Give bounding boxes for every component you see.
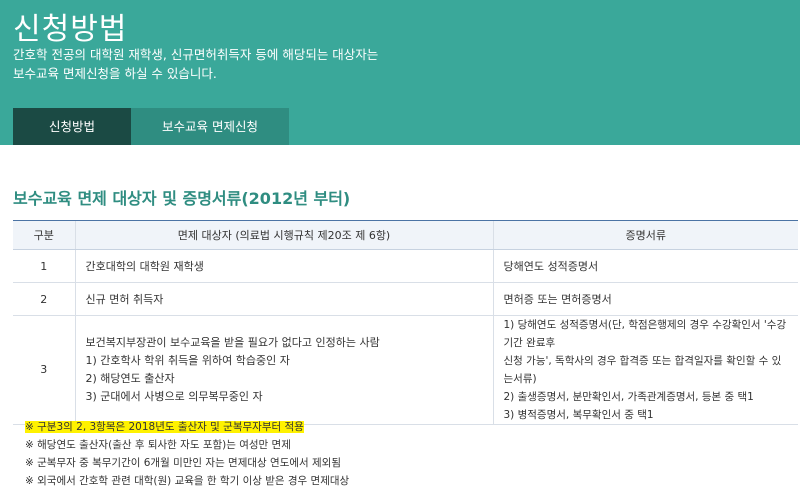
cell-line: 면허증 또는 면허증명서 [503,293,612,306]
cell-line: 1) 간호학사 학위 취득을 위하여 학습중인 자 [85,354,290,367]
cell-line: 1) 당해연도 성적증명서(단, 학점은행제의 경우 수강확인서 '수강기간 완… [503,319,787,349]
page-header: 신청방법 간호학 전공의 대학원 재학생, 신규면허취득자 등에 해당되는 대상… [0,0,800,145]
page-title: 신청방법 [13,12,128,47]
cell-line: 3) 병적증명서, 복무확인서 중 택1 [503,409,654,421]
column-header-documents: 증명서류 [492,220,798,250]
row-number: 1 [13,249,75,283]
tab-application-method[interactable]: 신청방법 [13,108,131,145]
table-row: 2 신규 면허 취득자 면허증 또는 면허증명서 [13,282,798,316]
table-header-row: 구분 면제 대상자 (의료법 시행규칙 제20조 제 6항) 증명서류 [13,220,798,250]
row-number: 3 [13,315,75,425]
cell-line: 당해연도 성적증명서 [503,260,599,273]
note-item: ※ 군복무자 중 복무기간이 6개월 미만인 자는 면제대상 연도에서 제외됨 [25,457,341,469]
note-item: ※ 외국에서 간호학 관련 대학(원) 교육을 한 학기 이상 받은 경우 면제… [25,475,350,487]
note-item: ※ 해당연도 출산자(출산 후 퇴사한 자도 포함)는 여성만 면제 [25,439,291,451]
column-header-target: 면제 대상자 (의료법 시행규칙 제20조 제 6항) [74,220,493,250]
exemption-target: 보건복지부장관이 보수교육을 받을 필요가 없다고 인정하는 사람 1) 간호학… [74,315,493,425]
page-description: 간호학 전공의 대학원 재학생, 신규면허취득자 등에 해당되는 대상자는 보수… [13,45,378,83]
table-row: 3 보건복지부장관이 보수교육을 받을 필요가 없다고 인정하는 사람 1) 간… [13,315,798,425]
note-text: ※ 구분3의 2, 3항목은 2018년도 출산자 및 군복무자부터 적용 [25,421,304,433]
required-documents: 당해연도 성적증명서 [492,249,798,283]
note-item-highlighted: ※ 구분3의 2, 3항목은 2018년도 출산자 및 군복무자부터 적용 [25,418,349,436]
exemption-target: 신규 면허 취득자 [74,282,493,316]
cell-line: 3) 군대에서 사병으로 의무복무중인 자 [85,390,263,403]
tab-exemption-application[interactable]: 보수교육 면제신청 [131,108,289,145]
required-documents: 1) 당해연도 성적증명서(단, 학점은행제의 경우 수강확인서 '수강기간 완… [492,315,798,425]
tab-bar: 신청방법 보수교육 면제신청 [13,108,289,145]
column-header-category: 구분 [13,220,75,250]
cell-line: 2) 해당연도 출산자 [85,372,175,385]
required-documents: 면허증 또는 면허증명서 [492,282,798,316]
exemption-table: 구분 면제 대상자 (의료법 시행규칙 제20조 제 6항) 증명서류 1 간호… [13,220,798,425]
exemption-target: 간호대학의 대학원 재학생 [74,249,493,283]
page-description-line: 보수교육 면제신청을 하실 수 있습니다. [13,66,217,81]
cell-line: 2) 출생증명서, 분만확인서, 가족관계증명서, 등본 중 택1 [503,391,754,403]
section-title: 보수교육 면제 대상자 및 증명서류(2012년 부터) [13,189,351,208]
row-number: 2 [13,282,75,316]
cell-line: 신청 가능', 독학사의 경우 합격증 또는 합격일자를 확인할 수 있는서류) [503,355,782,385]
notes-list: ※ 구분3의 2, 3항목은 2018년도 출산자 및 군복무자부터 적용 ※ … [25,418,349,490]
page-description-line: 간호학 전공의 대학원 재학생, 신규면허취득자 등에 해당되는 대상자는 [13,47,379,62]
cell-line: 간호대학의 대학원 재학생 [85,260,204,273]
cell-line: 보건복지부장관이 보수교육을 받을 필요가 없다고 인정하는 사람 [85,336,380,349]
table-row: 1 간호대학의 대학원 재학생 당해연도 성적증명서 [13,249,798,283]
cell-line: 신규 면허 취득자 [85,293,164,306]
